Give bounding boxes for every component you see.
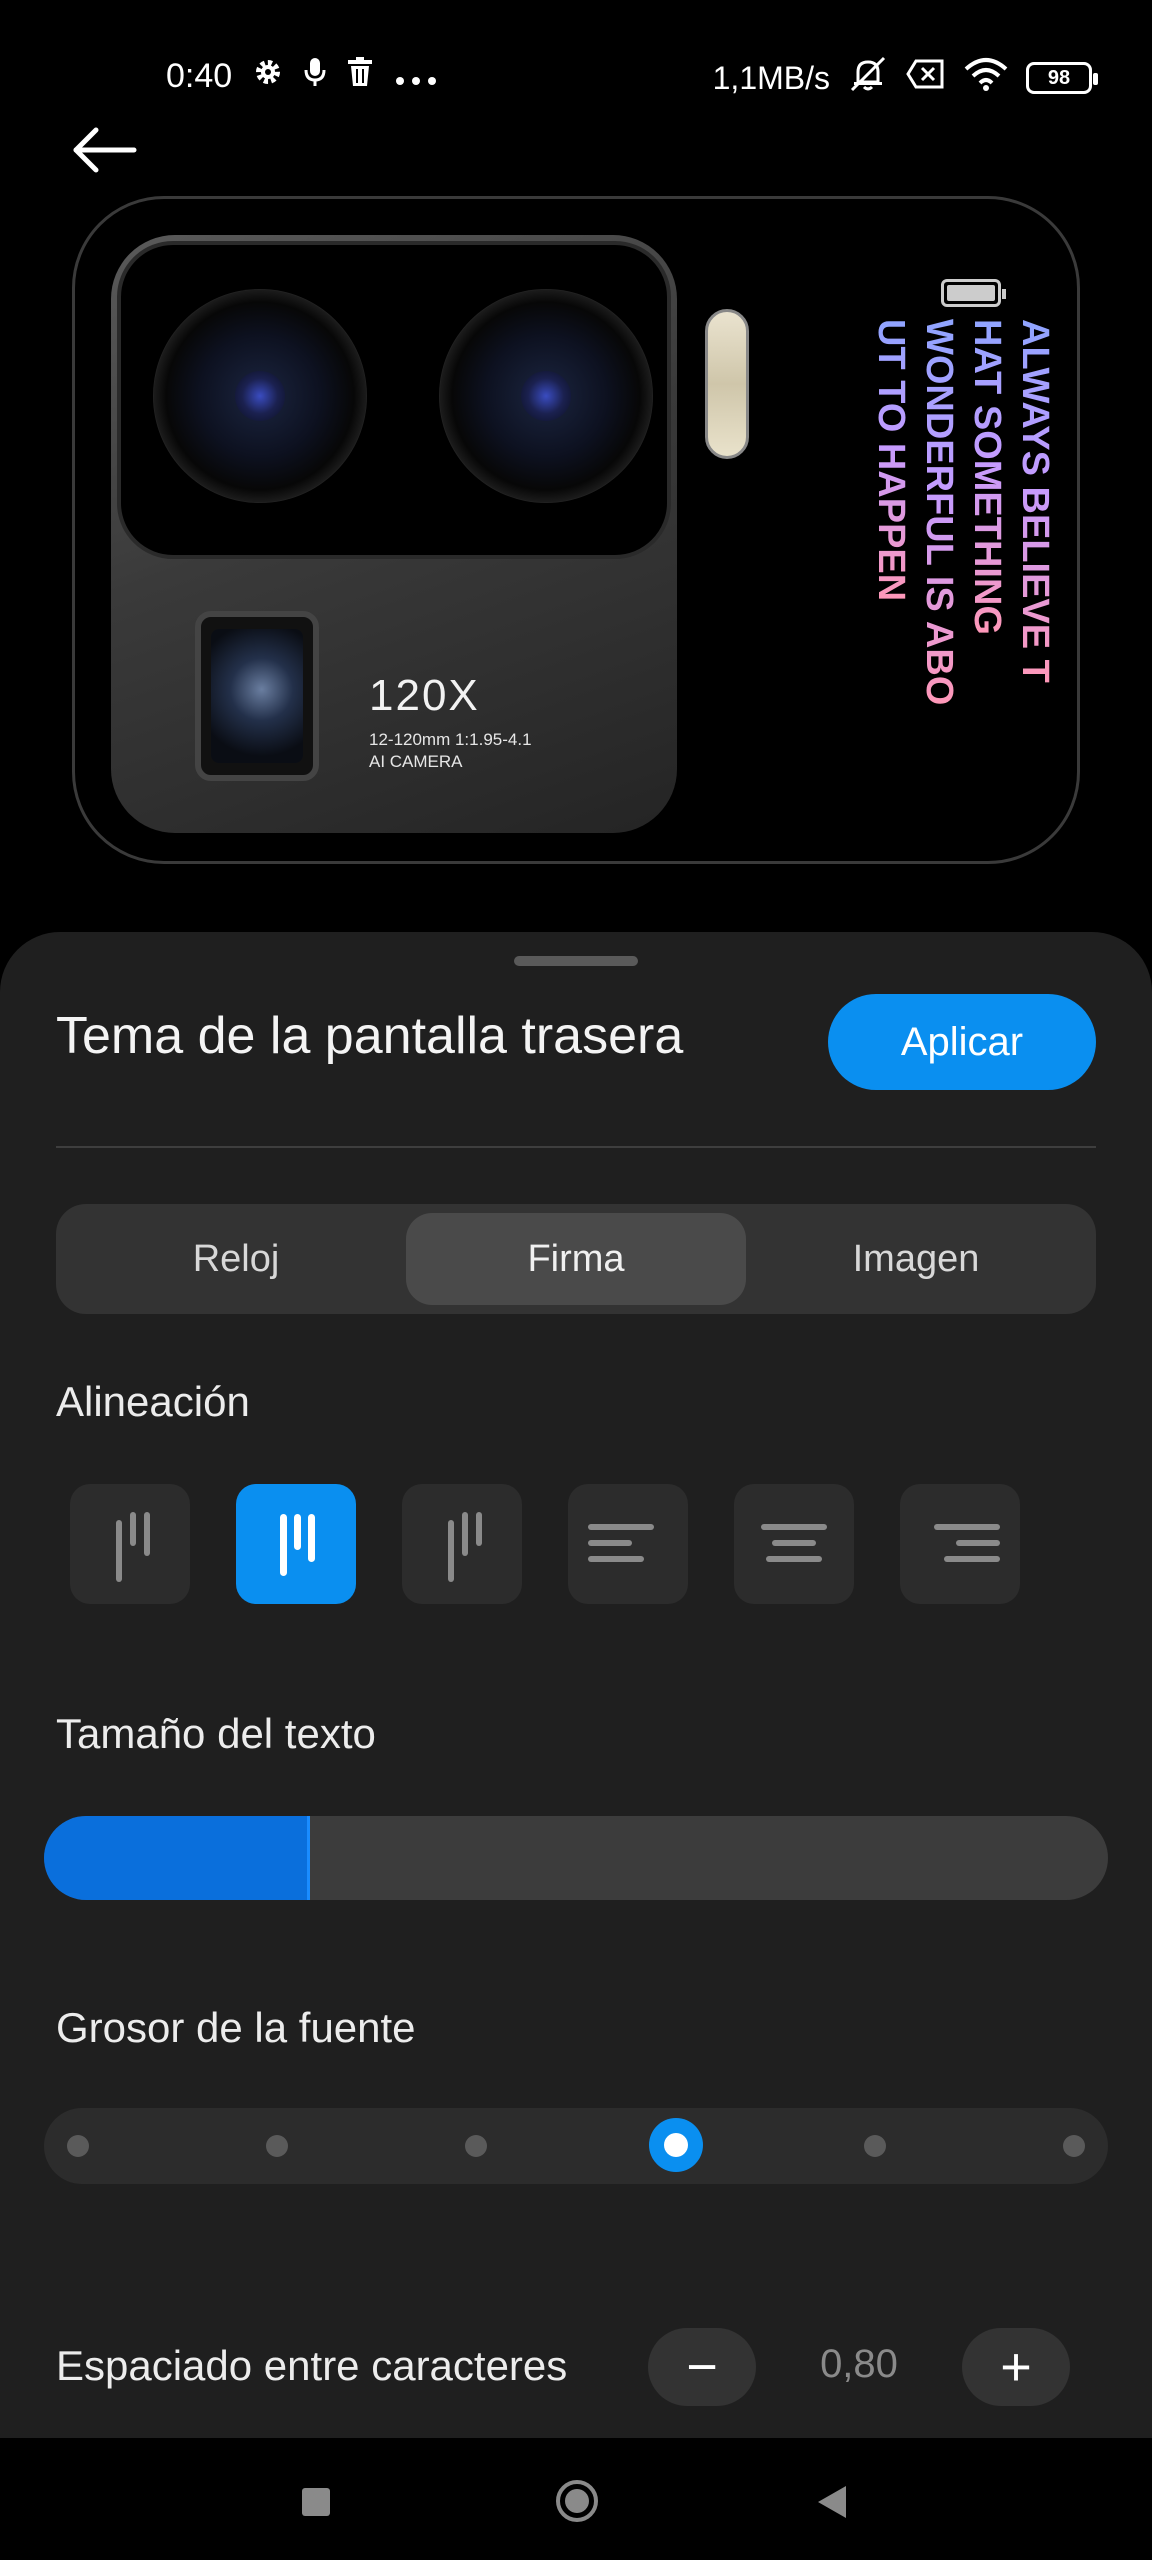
- font-weight-step[interactable]: [1063, 2135, 1085, 2157]
- font-weight-thumb[interactable]: [648, 2118, 703, 2172]
- home-circle-icon[interactable]: [556, 2480, 598, 2522]
- align-vertical-left-icon: [116, 1512, 150, 1582]
- alignment-options: [70, 1484, 1070, 1604]
- signature-line: UT TO HAPPEN: [870, 319, 912, 602]
- tab-imagen[interactable]: Imagen: [746, 1213, 1086, 1305]
- align-horizontal-center[interactable]: [734, 1484, 854, 1604]
- rear-battery-icon: [941, 279, 1006, 307]
- letter-spacing-value: 0,80: [820, 2342, 898, 2386]
- signature-line: WONDERFUL IS ABO: [918, 319, 960, 706]
- status-left: 0:40: [166, 56, 438, 97]
- align-vertical-top-right[interactable]: [402, 1484, 522, 1604]
- status-right: 1,1MB/s 98: [712, 56, 1098, 100]
- tab-firma[interactable]: Firma: [406, 1213, 746, 1305]
- align-vertical-center-icon: [280, 1514, 315, 1576]
- divider: [56, 1146, 1096, 1148]
- back-triangle-icon[interactable]: [818, 2486, 846, 2518]
- align-right-icon: [934, 1524, 1000, 1562]
- battery-icon: 98: [1026, 62, 1098, 94]
- net-speed: 1,1MB/s: [712, 59, 830, 96]
- text-size-slider[interactable]: [44, 1816, 1108, 1900]
- zoom-label: 120X: [369, 671, 480, 720]
- align-horizontal-left[interactable]: [568, 1484, 688, 1604]
- increase-spacing-button[interactable]: +: [962, 2328, 1070, 2406]
- battery-level: 98: [1047, 66, 1071, 89]
- minus-icon: −: [686, 2337, 718, 2397]
- mute-bell-icon: [848, 56, 888, 100]
- apply-button[interactable]: Aplicar: [828, 994, 1096, 1090]
- font-weight-step[interactable]: [465, 2135, 488, 2157]
- text-size-slider-fill: [44, 1816, 310, 1900]
- signature-line: HAT SOMETHING: [966, 319, 1008, 635]
- alignment-label: Alineación: [56, 1378, 250, 1425]
- periscope-lens: [195, 611, 319, 781]
- status-time: 0:40: [166, 57, 233, 95]
- main-lens: [153, 289, 367, 503]
- align-left-icon: [588, 1524, 654, 1562]
- data-off-icon: [906, 58, 946, 98]
- font-weight-label: Grosor de la fuente: [56, 2004, 416, 2051]
- trash-icon: [346, 56, 374, 97]
- signature-text: ALWAYS BELIEVE T HAT SOMETHING WONDERFUL…: [805, 319, 1069, 739]
- ultrawide-lens: [439, 289, 653, 503]
- camera-module: 120X 12-120mm 1:1.95-4.1 AI CAMERA: [111, 235, 677, 833]
- letter-spacing-label: Espaciado entre caracteres: [56, 2342, 568, 2389]
- spec-label: 12-120mm 1:1.95-4.1 AI CAMERA: [369, 729, 532, 773]
- rear-screen-preview: 120X 12-120mm 1:1.95-4.1 AI CAMERA ALWAY…: [72, 196, 1080, 864]
- recents-square-icon[interactable]: [302, 2488, 330, 2516]
- font-weight-step[interactable]: [863, 2135, 886, 2157]
- font-weight-step[interactable]: [67, 2135, 89, 2157]
- status-bar: 0:40 1,1MB/s 98: [0, 0, 1152, 160]
- align-vertical-top-left[interactable]: [70, 1484, 190, 1604]
- camera-glass: [117, 241, 671, 559]
- plus-icon: +: [1000, 2337, 1032, 2397]
- back-button[interactable]: [70, 120, 140, 180]
- flash-led: [705, 309, 749, 459]
- back-arrow-icon: [73, 127, 137, 173]
- align-vertical-top-center[interactable]: [236, 1484, 356, 1604]
- spec-line-2: AI CAMERA: [369, 752, 463, 771]
- navigation-bar: [0, 2438, 1152, 2560]
- gear-icon: [252, 56, 284, 97]
- mic-icon: [304, 56, 326, 97]
- font-weight-step[interactable]: [266, 2135, 289, 2157]
- sheet-title: Tema de la pantalla trasera: [56, 1007, 684, 1065]
- align-horizontal-right[interactable]: [900, 1484, 1020, 1604]
- decrease-spacing-button[interactable]: −: [648, 2328, 756, 2406]
- font-weight-slider[interactable]: [44, 2108, 1108, 2184]
- signature-line: ALWAYS BELIEVE T: [1014, 319, 1056, 683]
- spec-line-1: 12-120mm 1:1.95-4.1: [369, 730, 532, 749]
- text-size-label: Tamaño del texto: [56, 1710, 376, 1757]
- align-vertical-right-icon: [448, 1512, 482, 1582]
- theme-settings-sheet: Tema de la pantalla trasera Aplicar Relo…: [0, 932, 1152, 2438]
- sheet-drag-handle[interactable]: [514, 956, 638, 966]
- tab-reloj[interactable]: Reloj: [66, 1213, 406, 1305]
- more-dots-icon: [394, 57, 438, 96]
- align-center-icon: [761, 1524, 827, 1562]
- wifi-icon: [964, 57, 1008, 99]
- mode-tabs: Reloj Firma Imagen: [56, 1204, 1096, 1314]
